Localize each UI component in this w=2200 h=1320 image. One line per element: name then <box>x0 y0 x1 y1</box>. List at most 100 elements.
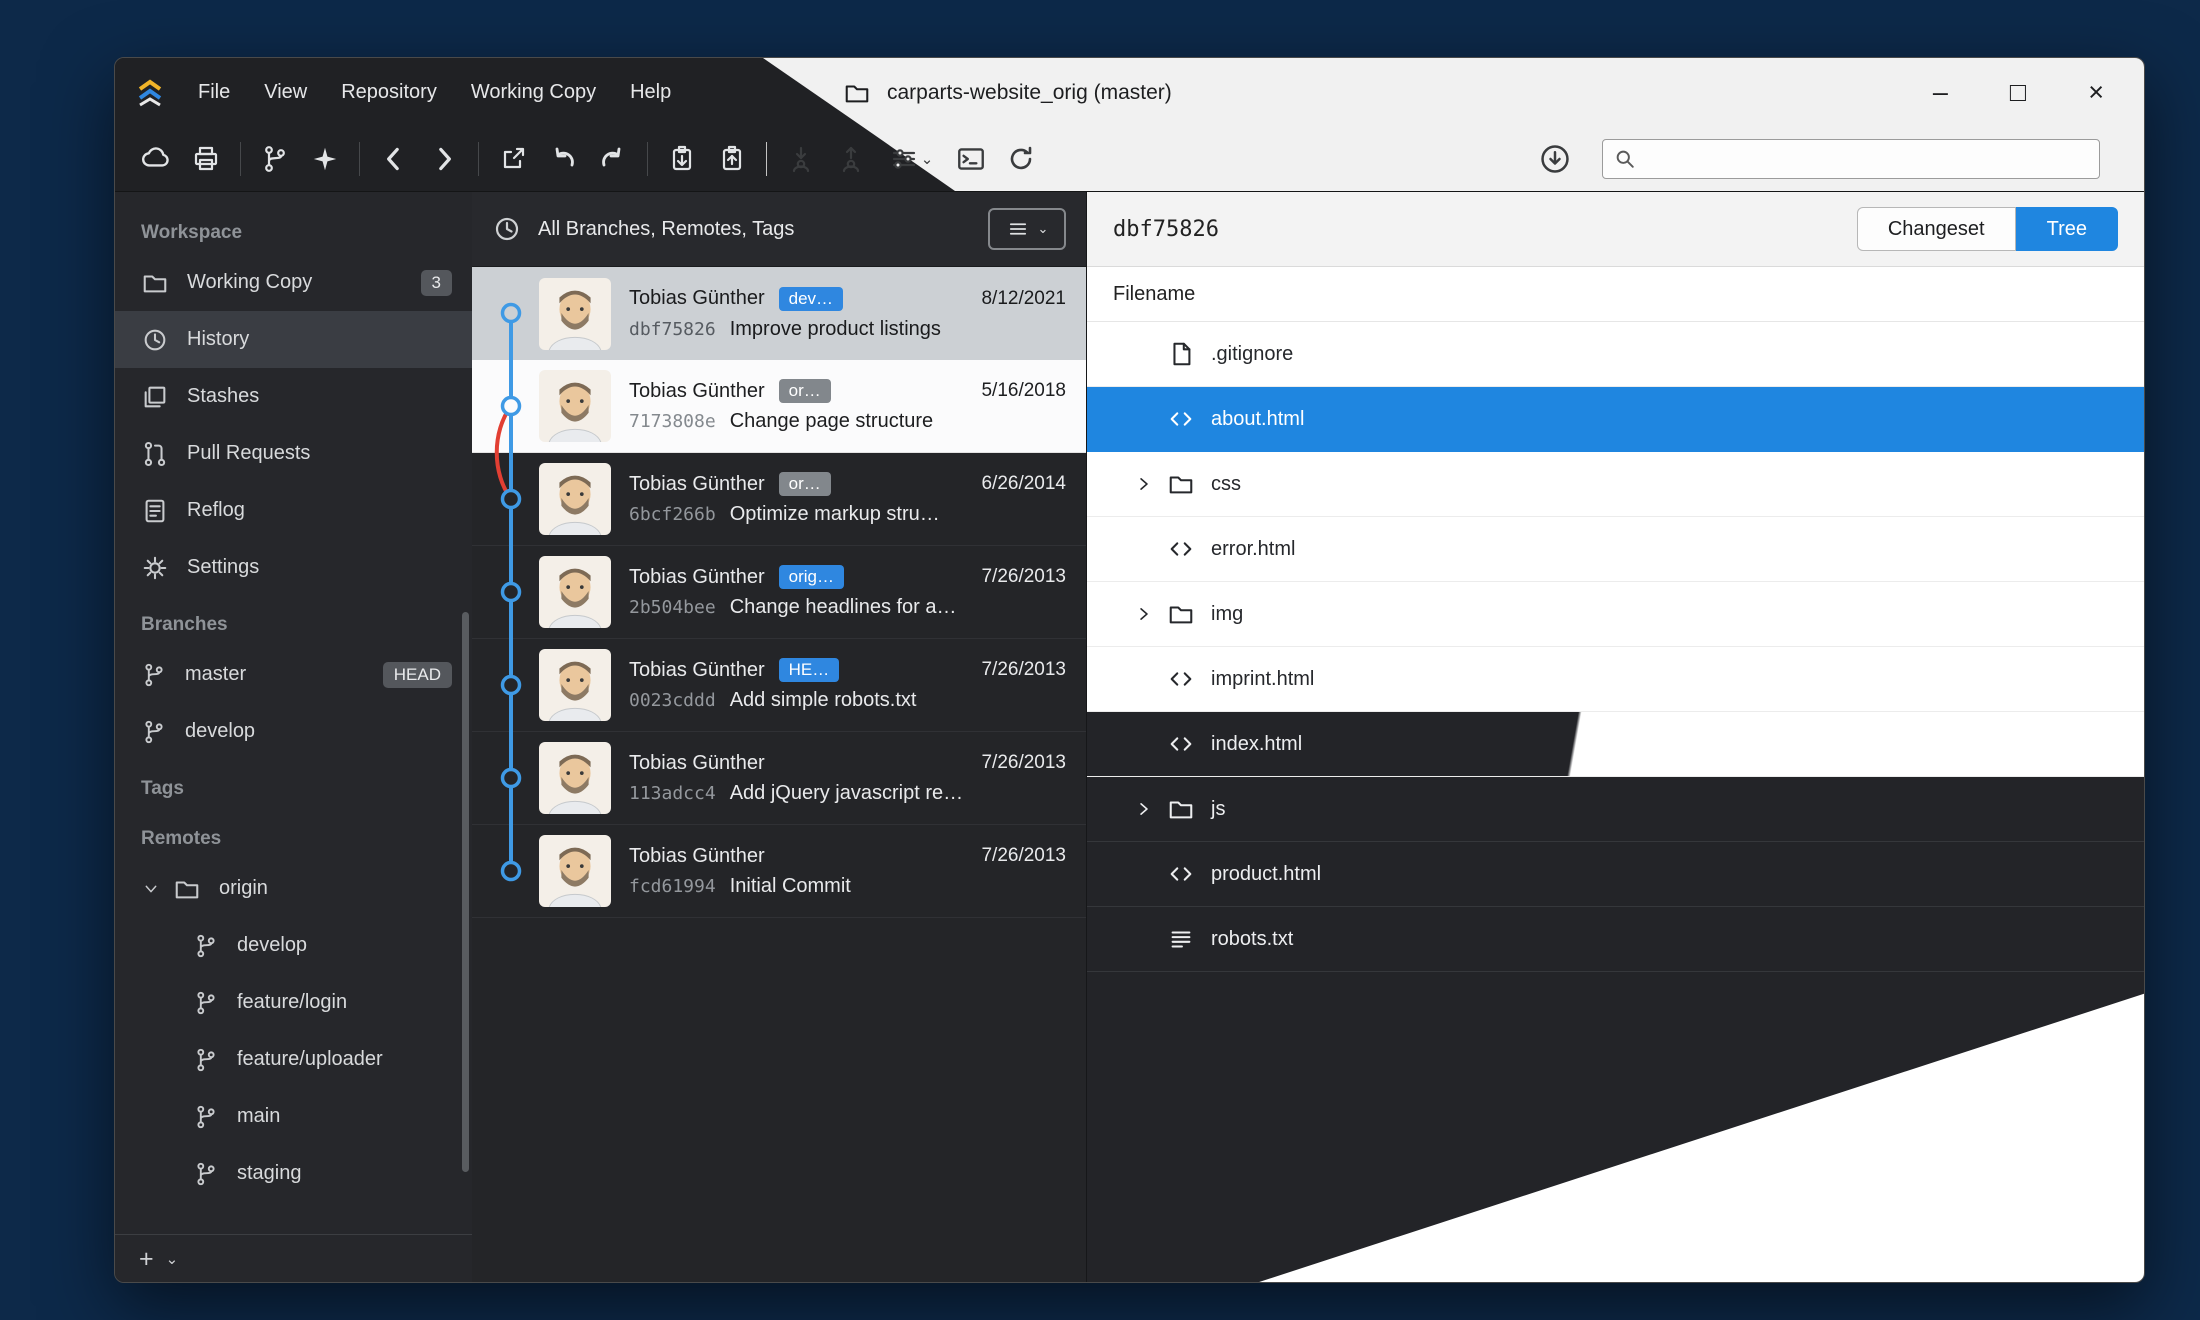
download-icon[interactable] <box>1530 136 1580 182</box>
commit-author: Tobias Günther <box>629 752 765 775</box>
folder-icon <box>141 269 169 297</box>
chevron-right-icon[interactable] <box>1133 798 1167 820</box>
back-icon[interactable] <box>369 136 419 182</box>
sidebar-item-remote-main[interactable]: main <box>115 1088 472 1145</box>
file-row-js[interactable]: js <box>1087 777 2144 842</box>
file-row-error[interactable]: error.html <box>1087 517 2144 582</box>
window-title: carparts-website_orig (master) <box>887 81 1172 105</box>
commit-row[interactable]: Tobias Günther orig… 7/26/2013 2b504bee … <box>472 546 1086 639</box>
sidebar-item-history[interactable]: History <box>115 311 472 368</box>
menu-repository[interactable]: Repository <box>324 75 454 110</box>
refresh-icon[interactable] <box>996 136 1046 182</box>
merge-right-icon[interactable] <box>588 136 638 182</box>
file-name: index.html <box>1211 733 1302 756</box>
menu-working-copy[interactable]: Working Copy <box>454 75 613 110</box>
merge-left-icon[interactable] <box>538 136 588 182</box>
sidebar-item-label: Stashes <box>187 385 259 408</box>
sidebar-item-label: feature/login <box>237 991 347 1014</box>
branch-filter-bar: All Branches, Remotes, Tags ⌄ <box>472 192 1086 267</box>
commit-row[interactable]: Tobias Günther 7/26/2013 113adcc4 Add jQ… <box>472 732 1086 825</box>
commit-date: 6/26/2014 <box>981 473 1066 495</box>
commit-author: Tobias Günther <box>629 380 765 403</box>
pull-icon[interactable] <box>776 136 826 182</box>
tree-button[interactable]: Tree <box>2016 207 2118 251</box>
close-button[interactable]: × <box>2088 79 2104 106</box>
file-row-robots[interactable]: robots.txt <box>1087 907 2144 972</box>
commit-row[interactable]: Tobias Günther 7/26/2013 fcd61994 Initia… <box>472 825 1086 918</box>
commit-hash: 0023cddd <box>629 690 716 711</box>
sidebar-item-stashes[interactable]: Stashes <box>115 368 472 425</box>
sidebar-item-remote-feature-uploader[interactable]: feature/uploader <box>115 1031 472 1088</box>
folder-icon <box>173 875 201 903</box>
code-icon <box>1167 665 1211 693</box>
forward-icon[interactable] <box>419 136 469 182</box>
file-name: error.html <box>1211 538 1295 561</box>
file-row-css[interactable]: css <box>1087 452 2144 517</box>
app-icon <box>135 78 165 108</box>
count-badge: 3 <box>421 270 452 296</box>
avatar <box>539 463 611 535</box>
branch-badge: or… <box>779 472 831 496</box>
folder-icon <box>1167 600 1211 628</box>
chevron-down-icon[interactable] <box>141 879 161 899</box>
file-name: imprint.html <box>1211 668 1314 691</box>
create-branch-icon[interactable] <box>250 136 300 182</box>
file-name: robots.txt <box>1211 928 1293 951</box>
commit-row[interactable]: Tobias Günther or… 5/16/2018 7173808e Ch… <box>472 360 1086 453</box>
sidebar-item-pull-requests[interactable]: Pull Requests <box>115 425 472 482</box>
avatar <box>539 370 611 442</box>
chevron-down-icon: ⌄ <box>921 150 934 168</box>
sidebar-item-settings[interactable]: Settings <box>115 539 472 596</box>
minimize-button[interactable]: – <box>1933 79 1948 106</box>
commit-row-selected[interactable]: Tobias Günther dev… 8/12/2021 dbf75826 I… <box>472 267 1086 360</box>
file-row-product[interactable]: product.html <box>1087 842 2144 907</box>
sidebar-item-label: main <box>237 1105 280 1128</box>
push-icon[interactable] <box>826 136 876 182</box>
file-row-img[interactable]: img <box>1087 582 2144 647</box>
sidebar-item-remote-staging[interactable]: staging <box>115 1145 472 1202</box>
changeset-button[interactable]: Changeset <box>1857 207 2016 251</box>
sidebar-item-reflog[interactable]: Reflog <box>115 482 472 539</box>
add-button[interactable]: + <box>139 1245 154 1274</box>
stash-save-icon[interactable] <box>707 136 757 182</box>
branch-badge: orig… <box>779 565 844 589</box>
view-options-icon[interactable]: ⌄ <box>876 136 946 182</box>
chevron-right-icon[interactable] <box>1133 603 1167 625</box>
sidebar-item-label: Pull Requests <box>187 442 310 465</box>
toolbar-separator <box>766 142 767 176</box>
sidebar-item-label: Working Copy <box>187 271 312 294</box>
file-row-about-selected[interactable]: about.html <box>1087 387 2144 452</box>
sidebar-item-remote-feature-login[interactable]: feature/login <box>115 974 472 1031</box>
chevron-down-icon[interactable]: ⌄ <box>166 1250 179 1268</box>
stash-apply-icon[interactable] <box>657 136 707 182</box>
commit-date: 7/26/2013 <box>981 845 1066 867</box>
sidebar-scrollbar[interactable] <box>462 612 469 1172</box>
terminal-icon[interactable] <box>946 136 996 182</box>
commit-message: Change page structure <box>730 410 933 433</box>
sidebar-item-branch-master[interactable]: master HEAD <box>115 646 472 703</box>
sidebar-item-working-copy[interactable]: Working Copy 3 <box>115 254 472 311</box>
history-panel: All Branches, Remotes, Tags ⌄ Tobias Gün… <box>472 192 1087 1283</box>
checkout-icon[interactable] <box>488 136 538 182</box>
commit-row[interactable]: Tobias Günther HE… 7/26/2013 0023cddd Ad… <box>472 639 1086 732</box>
filter-options-button[interactable]: ⌄ <box>988 208 1066 250</box>
sidebar-item-remote-develop[interactable]: develop <box>115 917 472 974</box>
file-name: .gitignore <box>1211 343 1293 366</box>
menu-help[interactable]: Help <box>613 75 688 110</box>
chevron-right-icon[interactable] <box>1133 473 1167 495</box>
file-row-index[interactable]: index.html <box>1087 712 2144 777</box>
commit-row[interactable]: Tobias Günther or… 6/26/2014 6bcf266b Op… <box>472 453 1086 546</box>
commit-date: 7/26/2013 <box>981 659 1066 681</box>
pull-request-icon <box>141 440 169 468</box>
maximize-button[interactable]: □ <box>2010 79 2026 106</box>
cherry-pick-icon[interactable] <box>300 136 350 182</box>
file-row-imprint[interactable]: imprint.html <box>1087 647 2144 712</box>
menu-view[interactable]: View <box>247 75 324 110</box>
print-icon[interactable] <box>181 136 231 182</box>
sidebar-item-branch-develop[interactable]: develop <box>115 703 472 760</box>
file-row-gitignore[interactable]: .gitignore <box>1087 322 2144 387</box>
menu-file[interactable]: File <box>181 75 247 110</box>
cloud-icon[interactable] <box>131 136 181 182</box>
search-input[interactable] <box>1602 139 2100 179</box>
sidebar-item-remote-origin[interactable]: origin <box>115 860 472 917</box>
